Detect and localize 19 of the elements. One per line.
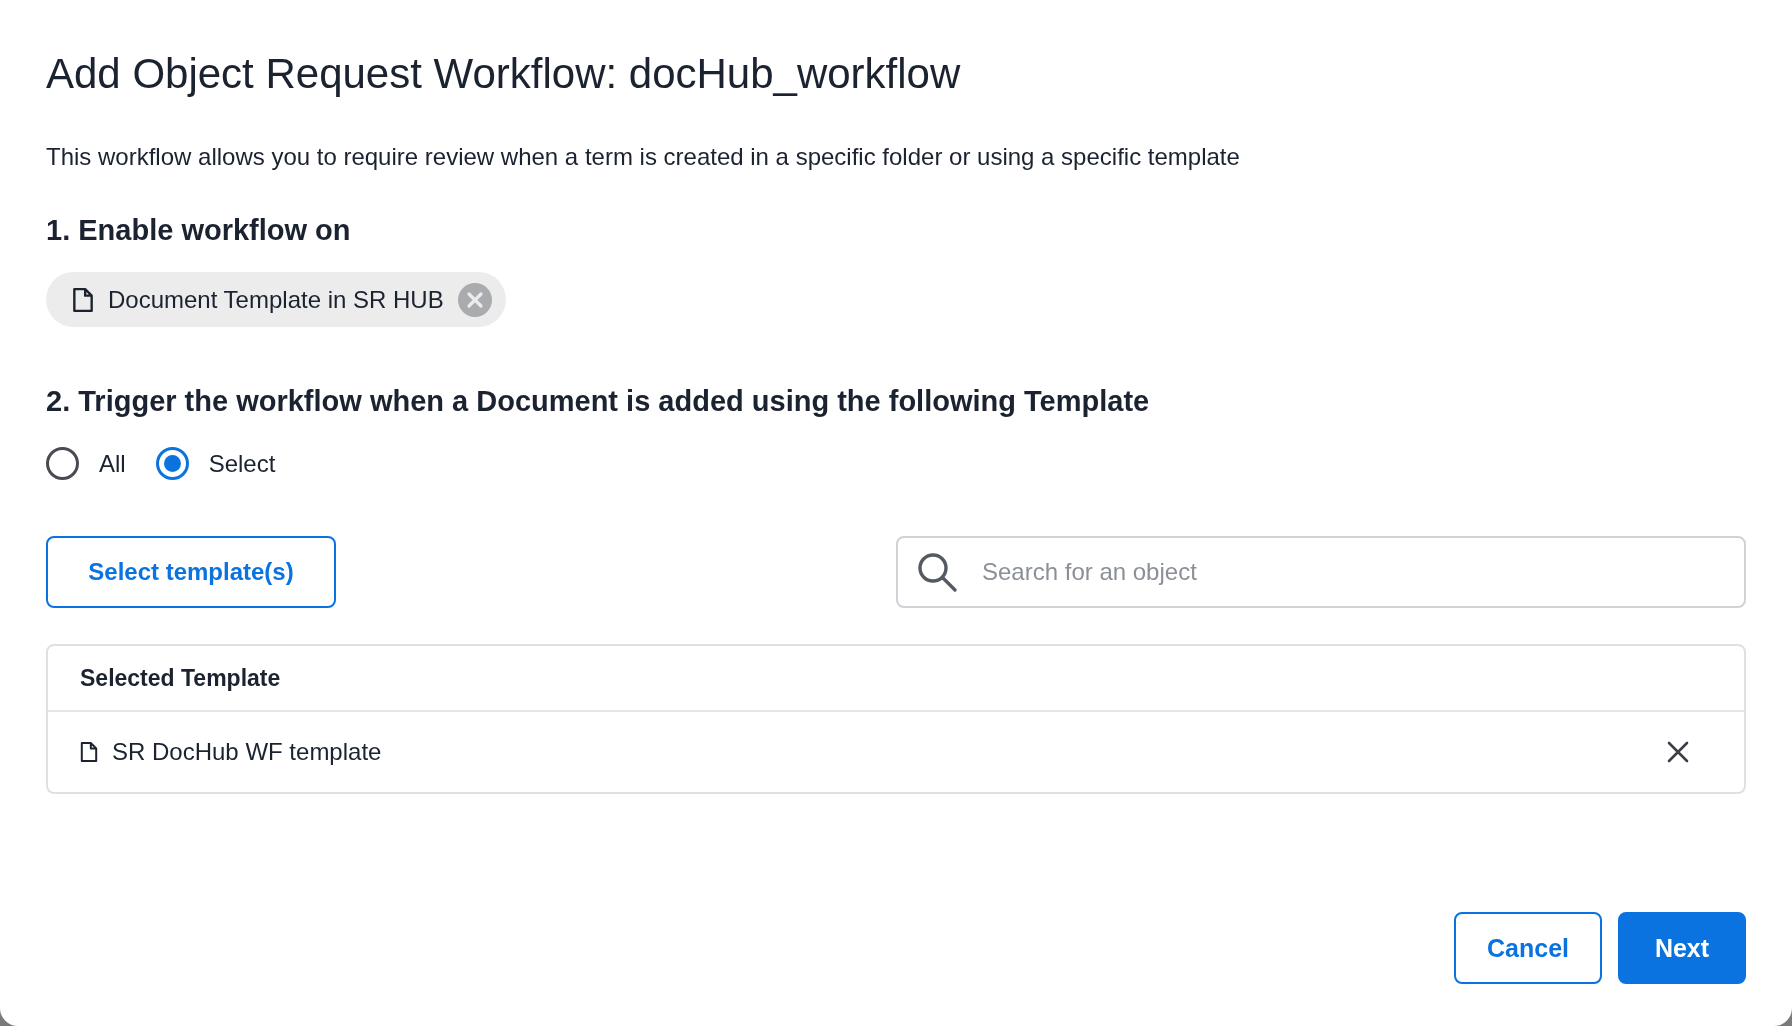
select-templates-button[interactable]: Select template(s) [46, 536, 336, 608]
cancel-button[interactable]: Cancel [1454, 912, 1602, 984]
document-icon [80, 741, 98, 763]
radio-icon[interactable] [155, 447, 189, 480]
radio-icon[interactable] [46, 447, 79, 480]
section-heading: 1. Enable workflow on [46, 213, 352, 248]
dialog-description: This workflow allows you to require review when a term is created in a specific folder or using a specific template [46, 142, 1241, 172]
section-heading: 2. Trigger the workflow when a Document is added using the following Template [46, 384, 1151, 419]
radio-option[interactable]: Select [155, 447, 276, 480]
search-icon [916, 551, 958, 593]
document-icon [72, 286, 94, 313]
search-field[interactable]: Search for an object [896, 536, 1746, 608]
next-button[interactable]: Next [1618, 912, 1746, 984]
template-name: SR DocHub WF template [112, 738, 383, 766]
dialog-title: Add Object Request Workflow: docHub_workflow [46, 49, 962, 99]
close-icon[interactable] [1666, 740, 1690, 764]
chip-label: Document Template in SR HUB [108, 285, 444, 314]
table-header: Selected Template [80, 664, 281, 692]
radio-option[interactable]: All [46, 447, 126, 480]
